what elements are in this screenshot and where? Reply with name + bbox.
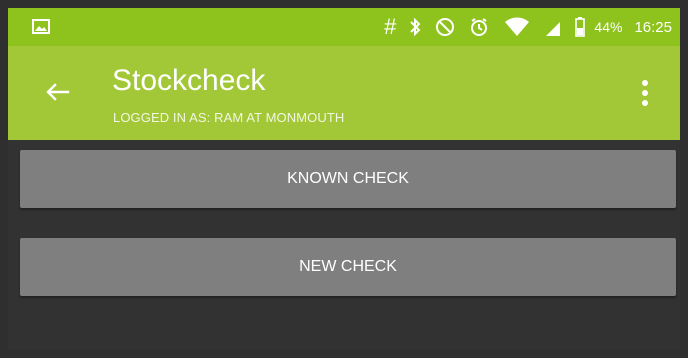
alarm-icon [471, 18, 488, 36]
status-icons: # 44% 16:25 [384, 8, 672, 46]
app-bar: Stockcheck LOGGED IN AS: RAM AT MONMOUTH [8, 46, 680, 140]
page-title: Stockcheck [112, 64, 266, 97]
wifi-icon [505, 17, 530, 36]
status-bar: # 44% 16:25 [8, 8, 680, 46]
main-content: KNOWN CHECK NEW CHECK [8, 140, 680, 350]
hash-icon: # [384, 14, 397, 39]
battery-percent: 44% [594, 19, 623, 35]
overflow-menu-icon[interactable] [636, 75, 654, 111]
battery-icon [575, 17, 586, 37]
screen: # 44% 16:25 Stockcheck LOGGED IN AS: RAM… [0, 0, 688, 358]
bluetooth-icon [410, 17, 421, 37]
known-check-button[interactable]: KNOWN CHECK [20, 150, 676, 208]
back-arrow-icon[interactable] [43, 80, 73, 104]
do-not-disturb-icon [436, 18, 455, 36]
new-check-button[interactable]: NEW CHECK [20, 238, 676, 296]
image-icon [32, 19, 50, 34]
status-time: 16:25 [634, 18, 672, 36]
logged-in-subtitle: LOGGED IN AS: RAM AT MONMOUTH [113, 110, 345, 125]
signal-icon [546, 22, 561, 36]
